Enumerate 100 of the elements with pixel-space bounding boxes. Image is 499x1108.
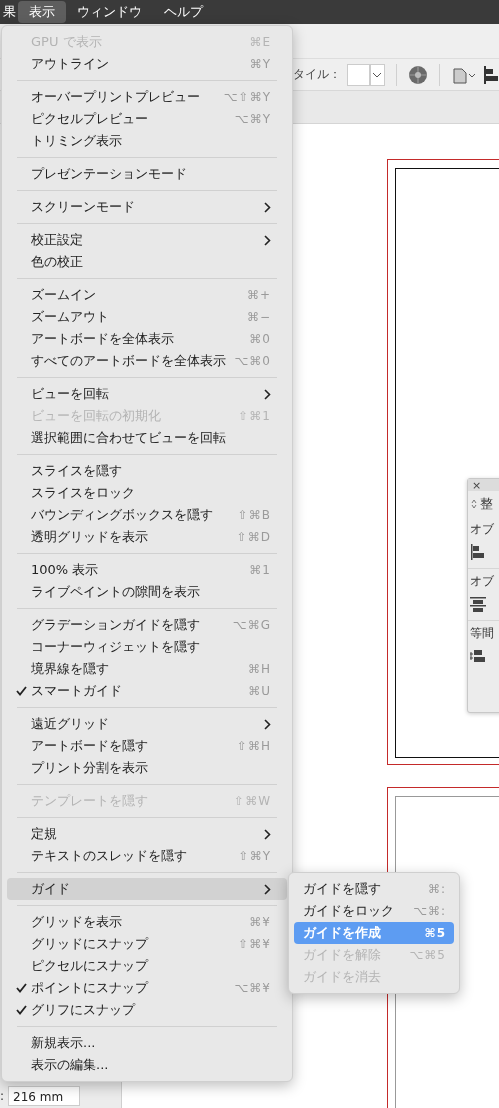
style-label: タイル： — [293, 66, 341, 83]
shortcut-label: ⌘5 — [424, 926, 446, 940]
shortcut-label: ⇧⌘H — [236, 739, 271, 753]
align-icon[interactable] — [470, 596, 486, 612]
menu-item-label: すべてのアートボードを全体表示 — [31, 352, 227, 370]
document-icon[interactable] — [451, 65, 477, 84]
menu-item-label: スライスを隠す — [31, 462, 123, 480]
menu-item[interactable]: グリッドを表示 ⌘¥ — [7, 911, 287, 933]
updown-icon[interactable] — [471, 499, 477, 509]
menu-item[interactable]: ピクセルプレビュー ⌥⌘Y — [7, 108, 287, 130]
menu-item[interactable]: 透明グリッドを表示 ⇧⌘D — [7, 526, 287, 548]
menu-item[interactable]: スライスをロック — [7, 482, 287, 504]
menu-item-label: アートボードを隠す — [31, 737, 149, 755]
menu-item-label: バウンディングボックスを隠す — [31, 506, 214, 524]
shortcut-label: ⌥⌘: — [413, 904, 446, 918]
shortcut-label: ⇧⌘B — [237, 508, 271, 522]
menu-item-label: 透明グリッドを表示 — [31, 528, 149, 546]
menu-item[interactable]: スクリーンモード — [7, 196, 287, 218]
menu-item-label: コーナーウィジェットを隠す — [31, 638, 201, 656]
shortcut-label: ⌘1 — [249, 563, 271, 577]
field-label: : — [0, 1089, 5, 1103]
align-left-icon[interactable] — [483, 65, 499, 84]
menu-item[interactable]: プリント分割を表示 — [7, 757, 287, 779]
shortcut-label: ⌘− — [246, 310, 271, 324]
menu-item[interactable]: 定規 — [7, 823, 287, 845]
shortcut-label: ⌘H — [247, 662, 271, 676]
menu-item[interactable]: ポイントにスナップ ⌥⌘¥ — [7, 977, 287, 999]
shortcut-label: ⇧⌘¥ — [238, 937, 271, 951]
menu-item[interactable]: ビューを回転 — [7, 383, 287, 405]
menu-item[interactable]: すべてのアートボードを全体表示 ⌥⌘0 — [7, 350, 287, 372]
align-icon[interactable] — [470, 648, 486, 664]
menu-title[interactable]: 表示 — [18, 1, 66, 23]
menu-item-label: グリフにスナップ — [31, 1001, 137, 1019]
menu-item-label: 100% 表示 — [31, 561, 100, 579]
menu-item-label: プレゼンテーションモード — [31, 165, 188, 183]
menu-item[interactable]: グリッドにスナップ ⇧⌘¥ — [7, 933, 287, 955]
menu-title[interactable]: ウィンドウ — [66, 1, 153, 23]
menu-item[interactable]: 選択範囲に合わせてビューを回転 — [7, 427, 287, 449]
menu-item[interactable]: スライスを隠す — [7, 460, 287, 482]
height-field[interactable]: 216 mm — [8, 1086, 81, 1106]
chevron-icon — [372, 71, 383, 78]
menu-item[interactable]: グラデーションガイドを隠す ⌥⌘G — [7, 614, 287, 636]
menu-item[interactable]: 100% 表示 ⌘1 — [7, 559, 287, 581]
menu-title[interactable]: ヘルプ — [153, 1, 214, 23]
menu-item-label: スライスをロック — [31, 484, 136, 502]
menu-item[interactable]: 境界線を隠す ⌘H — [7, 658, 287, 680]
menu-item[interactable]: アートボードを全体表示 ⌘0 — [7, 328, 287, 350]
menu-item[interactable]: 校正設定 — [7, 229, 287, 251]
menu-item-label: グラデーションガイドを隠す — [31, 616, 201, 634]
menu-item[interactable]: 遠近グリッド — [7, 713, 287, 735]
style-swatch[interactable] — [347, 63, 370, 86]
menu-item-label: スマートガイド — [31, 682, 123, 700]
menu-item-label: 境界線を隠す — [31, 660, 110, 678]
menu-item[interactable]: 表示の編集... — [7, 1054, 287, 1076]
menu-item[interactable]: アートボードを隠す ⇧⌘H — [7, 735, 287, 757]
menu-item-label: グリッドにスナップ — [31, 935, 150, 953]
section-label: オブ — [470, 573, 495, 590]
menu-item[interactable]: ピクセルにスナップ — [7, 955, 287, 977]
shortcut-label: ⇧⌘Y — [238, 849, 271, 863]
menu-item-label: トリミング表示 — [31, 132, 123, 150]
menu-item[interactable]: コーナーウィジェットを隠す — [7, 636, 287, 658]
menu-item[interactable]: アウトライン ⌘Y — [7, 53, 287, 75]
shortcut-label: ⌥⌘Y — [234, 112, 271, 126]
align-icon[interactable] — [470, 544, 486, 560]
menu-title[interactable]: 果 — [0, 1, 18, 23]
shortcut-label: ⌘0 — [249, 332, 271, 346]
shortcut-label: ⌘U — [248, 684, 271, 698]
menu-item-label: アウトライン — [31, 55, 110, 73]
menu-item[interactable]: トリミング表示 — [7, 130, 287, 152]
menu-item[interactable]: バウンディングボックスを隠す ⇧⌘B — [7, 504, 287, 526]
menu-item-label: ポイントにスナップ — [31, 979, 150, 997]
section-label: 等間 — [470, 625, 495, 642]
menu-item[interactable]: テキストのスレッドを隠す ⇧⌘Y — [7, 845, 287, 867]
menu-item-label: オーバープリントプレビュー — [31, 88, 201, 106]
menu-item[interactable]: 色の校正 — [7, 251, 287, 273]
menu-item-label: ピクセルにスナップ — [31, 957, 150, 975]
menu-item[interactable]: スマートガイド ⌘U — [7, 680, 287, 702]
menu-item-label: 選択範囲に合わせてビューを回転 — [31, 429, 227, 447]
menu-item[interactable]: ズームアウト ⌘− — [7, 306, 287, 328]
menu-item-label: 遠近グリッド — [31, 715, 110, 733]
shortcut-label: ⌥⌘0 — [234, 354, 271, 368]
menu-item[interactable]: ズームイン ⌘+ — [7, 284, 287, 306]
section-label: オブ — [470, 521, 495, 538]
menu-item[interactable]: プレゼンテーションモード — [7, 163, 287, 185]
menu-item-label: ズームイン — [31, 286, 97, 304]
menu-item[interactable]: ガイドを隠す ⌘: — [294, 878, 454, 900]
menu-item-label: ピクセルプレビュー — [31, 110, 149, 128]
shortcut-label: ⌘+ — [246, 288, 271, 302]
globe-icon[interactable] — [408, 64, 429, 85]
menu-item[interactable]: ライブペイントの隙間を表示 — [7, 581, 287, 603]
menu-item-label: 色の校正 — [31, 253, 84, 271]
menu-item-label: スクリーンモード — [31, 198, 136, 216]
menu-item[interactable]: ガイドをロック ⌥⌘: — [294, 900, 454, 922]
menu-item-label: グリッドを表示 — [31, 913, 123, 931]
menu-item-label: 表示の編集... — [31, 1056, 110, 1074]
shortcut-label: ⌥⇧⌘Y — [223, 90, 271, 104]
menu-item[interactable]: 新規表示... — [7, 1032, 287, 1054]
menu-item[interactable]: グリフにスナップ — [7, 999, 287, 1021]
menu-item[interactable]: オーバープリントプレビュー ⌥⇧⌘Y — [7, 86, 287, 108]
menu-item[interactable]: ガイド — [7, 878, 287, 900]
